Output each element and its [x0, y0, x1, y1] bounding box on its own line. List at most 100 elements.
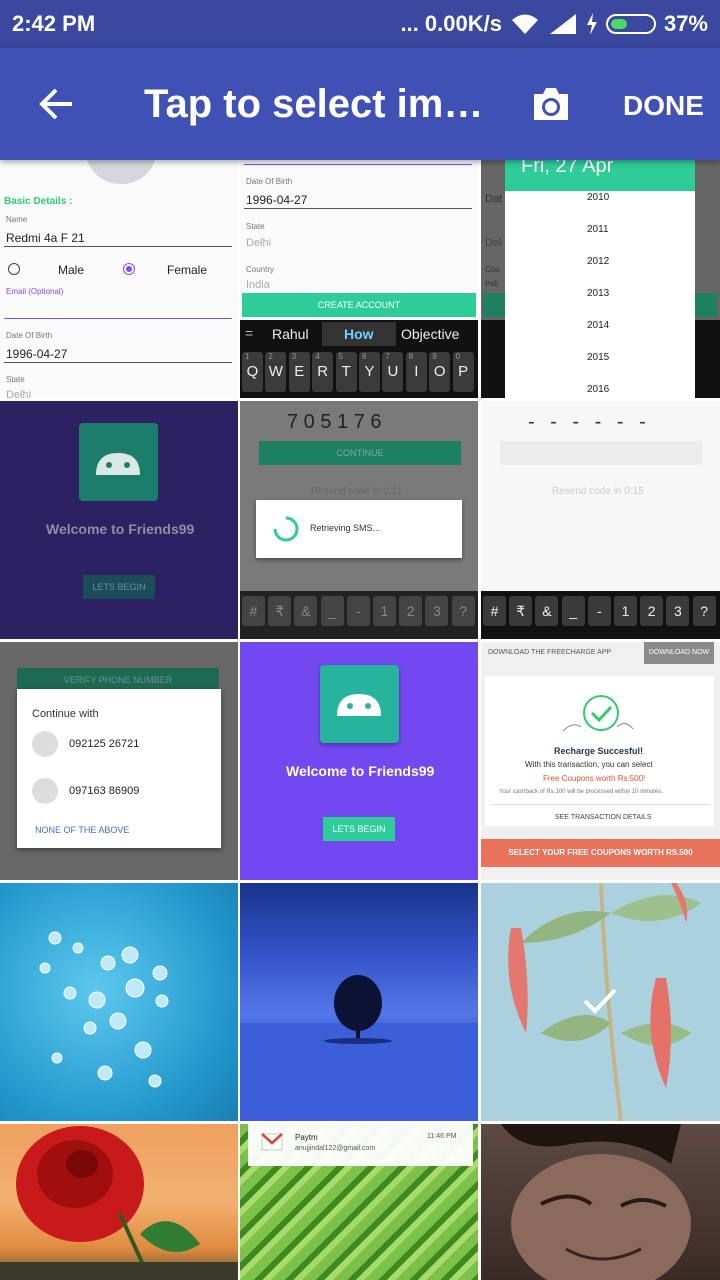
keyboard-letter: R	[317, 363, 329, 380]
thumbnail-recharge-success[interactable]: DOWNLOAD THE FREECHARGE APP DOWNLOAD NOW…	[481, 642, 720, 880]
thumbnail-leaves-notification[interactable]: Paytm 11:46 PM anujjindal122@gmail.com	[240, 1124, 478, 1280]
keyboard-key: 1	[614, 596, 637, 626]
keyboard-number-hint: 6	[362, 352, 367, 361]
thumbnail-date-picker[interactable]: Dat Del Cou Indi Fri, 27 Apr 2010 2011 201…	[481, 160, 720, 398]
keyboard-key: ₹	[268, 596, 292, 626]
state-label: State	[6, 375, 25, 384]
bg-label-4: Indi	[485, 279, 498, 288]
notification-time: 11:46 PM	[427, 1133, 457, 1140]
keyboard-key: _	[561, 596, 585, 626]
keyboard-key: 4R	[312, 352, 334, 392]
account-chooser-dialog: Continue with 092125 26721 097163 86909 …	[17, 689, 221, 848]
keyboard-key: 7U	[382, 352, 404, 392]
phone-icon	[32, 778, 58, 804]
thumbnail-face-photo[interactable]	[481, 1124, 720, 1280]
year-option: 2010	[587, 192, 610, 203]
app-bar: Tap to select ima... DONE	[0, 48, 720, 160]
suggestion-2: How	[344, 326, 374, 342]
bg-label-1: Dat	[485, 193, 503, 205]
keyboard-key: 1Q	[242, 352, 263, 392]
otp-code: 7 0 5 1 7 6	[287, 411, 382, 433]
free-coupons-text: Free Coupons worth Rs.500!	[543, 774, 646, 783]
keyboard-number-hint: 8	[408, 352, 414, 361]
suggestion-1: Rahul	[272, 326, 309, 342]
male-option: Male	[58, 263, 85, 277]
year-option: 2016	[587, 384, 610, 395]
success-check-icon	[562, 695, 634, 732]
see-transaction-details: SEE TRANSACTION DETAILS	[555, 814, 652, 821]
tree-image	[240, 975, 478, 1121]
keyboard-letter: E	[294, 363, 305, 380]
page-title: Tap to select ima...	[144, 82, 489, 126]
thumbnail-form-basic[interactable]: Basic Details : Name Redmi 4a F 21 Male …	[0, 160, 238, 398]
download-app-text: DOWNLOAD THE FREECHARGE APP	[488, 649, 612, 656]
keyboard-key: ?	[692, 596, 716, 626]
thumbnail-otp-empty[interactable]: - - - - - - Resend code in 0:15 # ₹ & _ -1 2 3…	[481, 401, 720, 639]
lets-begin-button: LETS BEGIN	[323, 817, 395, 841]
back-arrow-icon[interactable]	[36, 84, 76, 124]
bg-label-3: Cou	[485, 265, 500, 274]
keyboard-number-hint: 2	[268, 352, 273, 361]
thumbnail-welcome-purple[interactable]: Welcome to Friends99 LETS BEGIN	[240, 642, 478, 880]
selected-check-icon	[583, 988, 617, 1014]
android-head-icon	[96, 453, 140, 475]
gmail-icon	[261, 1133, 283, 1151]
thumbnail-lone-tree[interactable]	[240, 883, 478, 1121]
cashback-text: Your cashback of Rs.100 will be processe…	[499, 789, 663, 795]
country-label: Country	[246, 265, 275, 274]
name-value: Redmi 4a F 21	[6, 231, 85, 245]
thumbnail-rose[interactable]	[0, 1124, 238, 1280]
continue-with-label: Continue with	[32, 708, 99, 720]
keyboard-key: 3E	[288, 352, 310, 392]
keyboard-key: 5T	[335, 352, 357, 392]
keyboard-key: 1	[373, 596, 396, 626]
welcome-text: Welcome to Friends99	[286, 763, 435, 779]
keyboard-letter: I	[414, 363, 419, 380]
download-now-button: DOWNLOAD NOW	[644, 642, 714, 664]
thumbnail-verify-phone[interactable]: VERIFY PHONE NUMBER Continue with 092125…	[0, 642, 238, 880]
dob-label: Date Of Birth	[246, 177, 293, 186]
charging-icon	[586, 13, 597, 35]
state-value: Delhi	[246, 237, 272, 249]
phone-option-2: 097163 86909	[69, 785, 140, 797]
signal-icon	[549, 14, 576, 34]
keyboard-key: 3	[425, 596, 449, 626]
keyboard-key: 9O	[429, 352, 451, 392]
notification-email: anujjindal122@gmail.com	[295, 1145, 376, 1152]
network-speed: ... 0.00K/s	[400, 11, 502, 36]
thumbnail-welcome-dark[interactable]: Welcome to Friends99 LETS BEGIN	[0, 401, 238, 639]
section-label: Basic Details :	[4, 196, 73, 207]
camera-icon[interactable]	[530, 84, 572, 124]
resend-text: Resend code in 0:15	[552, 486, 644, 497]
keyboard-key: 2W	[265, 352, 287, 392]
menu-icon: =	[245, 325, 254, 341]
keyboard: = Rahul How Objective 1Q2W3E4R5T6Y7U8I9O…	[240, 320, 478, 398]
keyboard-number-hint: 1	[245, 352, 250, 361]
state-label: State	[246, 222, 265, 231]
thumbnail-otp-retrieving[interactable]: 7 0 5 1 7 6 CONTINUE Resend code in 0:11…	[240, 401, 478, 639]
water-drops-image	[39, 931, 169, 1088]
keyboard-letter: W	[268, 363, 283, 380]
bg-label-2: Del	[485, 237, 502, 249]
notification-card: Paytm 11:46 PM anujjindal122@gmail.com	[248, 1124, 473, 1166]
year-option: 2013	[587, 288, 610, 299]
thumbnail-water-drops[interactable]	[0, 883, 238, 1121]
keyboard-key: #	[483, 596, 506, 626]
continue-button: CONTINUE	[259, 441, 461, 465]
state-value: Delhi	[6, 389, 32, 398]
thumbnail-create-account[interactable]: Date Of Birth 1996-04-27 State Delhi Cou…	[240, 160, 478, 398]
welcome-text: Welcome to Friends99	[46, 521, 195, 537]
keyboard-key: 6Y	[359, 352, 380, 392]
phone-icon	[32, 731, 58, 757]
keyboard-key: 2	[399, 596, 423, 626]
retrieving-dialog: Retrieving SMS...	[256, 500, 462, 558]
keyboard-letter: Q	[246, 363, 259, 380]
select-coupons-banner: SELECT YOUR FREE COUPONS WORTH RS.500	[481, 839, 720, 867]
keyboard-key: 2	[640, 596, 664, 626]
done-button[interactable]: DONE	[623, 90, 704, 122]
image-grid: Basic Details : Name Redmi 4a F 21 Male …	[0, 160, 720, 1280]
none-above-option: NONE OF THE ABOVE	[35, 825, 130, 835]
phone-option-1: 092125 26721	[69, 738, 140, 750]
year-option: 2014	[587, 320, 610, 331]
thumbnail-chillies-selected[interactable]	[481, 883, 720, 1121]
